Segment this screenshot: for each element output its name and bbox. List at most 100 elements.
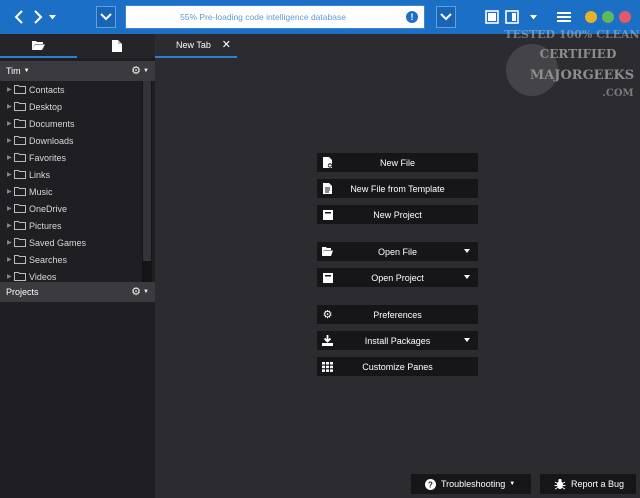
caret-down-icon xyxy=(48,14,56,19)
forward-button[interactable] xyxy=(28,6,48,28)
tree-item[interactable]: ▶ Links xyxy=(0,166,142,183)
open-project-button[interactable]: Open Project xyxy=(317,268,478,287)
info-icon[interactable]: ! xyxy=(406,11,418,23)
expand-arrow-icon[interactable]: ▶ xyxy=(7,154,13,161)
chevron-left-icon xyxy=(14,10,23,24)
notification-dropdown-button[interactable] xyxy=(436,6,456,28)
tree-item[interactable]: ▶ Favorites xyxy=(0,149,142,166)
download-icon xyxy=(322,335,333,346)
new-project-button[interactable]: New Project xyxy=(317,205,478,224)
troubleshooting-label: Troubleshooting xyxy=(441,479,506,489)
menu-dropdown-button[interactable] xyxy=(96,6,116,28)
tab-new-tab[interactable]: New Tab ✕ xyxy=(155,34,237,58)
new-file-button[interactable]: New File xyxy=(317,153,478,172)
chevron-down-icon xyxy=(440,13,452,21)
folder-icon xyxy=(14,102,26,111)
tree-item-label: Documents xyxy=(29,118,75,129)
tab-places[interactable] xyxy=(0,34,77,58)
open-file-button[interactable]: Open File xyxy=(317,242,478,261)
new-file-from-template-button[interactable]: New File from Template xyxy=(317,179,478,198)
notification-bar: 55% Pre-loading code intelligence databa… xyxy=(125,5,425,29)
user-section-settings-button[interactable]: ⚙ ▼ xyxy=(131,64,149,77)
folder-icon xyxy=(14,204,26,213)
close-window-button[interactable] xyxy=(619,11,631,23)
folder-icon xyxy=(14,187,26,196)
action-label: Install Packages xyxy=(364,335,431,346)
tree-item[interactable]: ▶ Saved Games xyxy=(0,234,142,251)
projects-section-header[interactable]: Projects ⚙ ▼ xyxy=(0,282,155,302)
tree-item[interactable]: ▶ Documents xyxy=(0,115,142,132)
tree-item-label: Videos xyxy=(29,271,57,282)
bug-icon xyxy=(554,478,566,490)
gear-icon: ⚙ xyxy=(131,65,142,77)
hamburger-menu-button[interactable] xyxy=(555,6,573,28)
expand-arrow-icon[interactable]: ▶ xyxy=(7,205,13,212)
tree-item-label: Saved Games xyxy=(29,237,87,248)
expand-arrow-icon[interactable]: ▶ xyxy=(7,86,13,93)
tree-item[interactable]: ▶ Desktop xyxy=(0,98,142,115)
gear-icon: ⚙ xyxy=(131,286,142,298)
install-packages-button[interactable]: Install Packages xyxy=(317,331,478,350)
user-section-header[interactable]: Tim ▼ ⚙ ▼ xyxy=(0,61,155,81)
folder-icon xyxy=(14,170,26,179)
folder-icon xyxy=(14,136,26,145)
tree-item-label: Pictures xyxy=(29,220,62,231)
expand-arrow-icon[interactable]: ▶ xyxy=(7,120,13,127)
split-pane-icon xyxy=(505,10,519,24)
expand-arrow-icon[interactable]: ▶ xyxy=(7,137,13,144)
scrollbar-thumb[interactable] xyxy=(143,81,151,261)
minimize-button[interactable] xyxy=(585,11,597,23)
troubleshooting-button[interactable]: ? Troubleshooting ▼ xyxy=(411,474,531,494)
folder-icon xyxy=(14,272,26,281)
expand-arrow-icon[interactable]: ▶ xyxy=(7,103,13,110)
tree-item[interactable]: ▶ OneDrive xyxy=(0,200,142,217)
expand-arrow-icon[interactable]: ▶ xyxy=(7,273,13,280)
caret-down-icon[interactable] xyxy=(464,338,470,342)
tree-item-label: Contacts xyxy=(29,84,65,95)
folder-tree-scrollbar[interactable] xyxy=(142,81,152,294)
maximize-button[interactable] xyxy=(602,11,614,23)
preferences-button[interactable]: ⚙ Preferences xyxy=(317,305,478,324)
tree-item-label: Links xyxy=(29,169,51,180)
pane-layout-icon xyxy=(485,10,499,24)
project-icon xyxy=(322,272,333,283)
tree-item-label: Favorites xyxy=(29,152,67,163)
tree-item-label: Music xyxy=(29,186,53,197)
expand-arrow-icon[interactable]: ▶ xyxy=(7,171,13,178)
toggle-right-pane-button[interactable] xyxy=(503,6,521,28)
new-project-icon xyxy=(322,209,333,220)
left-pane: Tim ▼ ⚙ ▼ ▶ Contacts ▶ Desktop ▶ Document… xyxy=(0,34,155,498)
watermark-line4: .COM xyxy=(602,88,633,99)
expand-arrow-icon[interactable]: ▶ xyxy=(7,222,13,229)
tree-item[interactable]: ▶ Contacts xyxy=(0,81,142,98)
expand-arrow-icon[interactable]: ▶ xyxy=(7,256,13,263)
tree-item[interactable]: ▶ Downloads xyxy=(0,132,142,149)
close-icon[interactable]: ✕ xyxy=(222,40,231,51)
caret-down-icon[interactable] xyxy=(464,275,470,279)
caret-down-icon: ▼ xyxy=(143,67,149,74)
expand-arrow-icon[interactable]: ▶ xyxy=(7,239,13,246)
tab-label: New Tab xyxy=(176,40,211,50)
caret-down-icon[interactable] xyxy=(464,249,470,253)
projects-settings-button[interactable]: ⚙ ▼ xyxy=(131,285,149,298)
history-dropdown-button[interactable] xyxy=(46,6,58,28)
expand-arrow-icon[interactable]: ▶ xyxy=(7,188,13,195)
tree-item[interactable]: ▶ Searches xyxy=(0,251,142,268)
tree-item-label: Desktop xyxy=(29,101,63,112)
tree-item-label: Searches xyxy=(29,254,68,265)
tree-item[interactable]: ▶ Pictures xyxy=(0,217,142,234)
toggle-left-pane-button[interactable] xyxy=(483,6,501,28)
watermark-line3: MAJORGEEKS xyxy=(530,68,634,83)
template-file-icon xyxy=(322,183,333,194)
report-bug-button[interactable]: Report a Bug xyxy=(540,474,636,494)
open-folder-icon xyxy=(322,246,333,257)
customize-panes-button[interactable]: Customize Panes xyxy=(317,357,478,376)
layout-dropdown-button[interactable] xyxy=(527,6,539,28)
tab-open-files[interactable] xyxy=(78,34,155,58)
gear-icon: ⚙ xyxy=(322,309,333,321)
tree-item-label: OneDrive xyxy=(29,203,68,214)
back-button[interactable] xyxy=(9,6,29,28)
grid-icon xyxy=(322,361,333,372)
watermark-line1: TESTED 100% CLEAN xyxy=(504,28,639,41)
tree-item[interactable]: ▶ Music xyxy=(0,183,142,200)
